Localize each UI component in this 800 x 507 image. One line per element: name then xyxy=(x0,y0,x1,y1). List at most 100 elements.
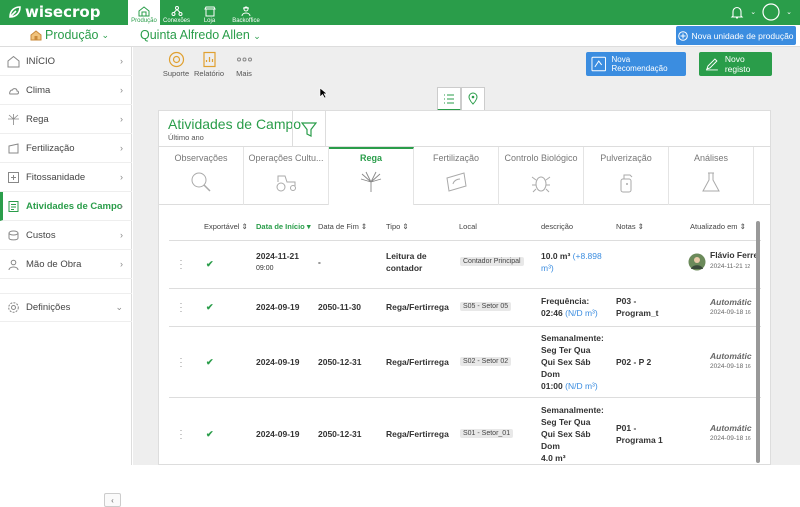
notes-line-2: Programa 1 xyxy=(616,435,663,445)
tab-label: Produção xyxy=(131,18,157,24)
sidebar-item-rega[interactable]: Rega › xyxy=(0,105,132,134)
filter-icon xyxy=(301,121,317,137)
category-tab-observacoes[interactable]: Observações xyxy=(159,147,244,205)
category-label: Operações Cultu... xyxy=(248,153,324,163)
end-date: 2050-12-31 xyxy=(318,357,362,367)
collapse-sidebar-button[interactable]: ‹ xyxy=(104,493,121,507)
table-row[interactable]: · · · ✔ 2024-11-21 09:00 - Leitura de cont… xyxy=(169,240,761,288)
sidebar-item-atividades[interactable]: Atividades de Campo › xyxy=(0,192,132,221)
category-label: Fertilização xyxy=(432,153,479,163)
worker-icon xyxy=(7,258,20,271)
new-recommendation-button[interactable]: Nova Recomendação xyxy=(586,52,686,76)
field-activities-icon xyxy=(7,200,20,213)
wisecrop-logo[interactable]: wisecrop xyxy=(8,3,100,21)
sidebar-item-inicio[interactable]: INÍCIO › xyxy=(0,47,132,76)
chevron-right-icon: › xyxy=(120,114,123,124)
end-date: 2050-12-31 xyxy=(318,429,362,439)
fertilizer-bag-icon xyxy=(446,172,467,192)
start-date: 2024-09-19 xyxy=(256,429,300,439)
sidebar-item-fitossanidade[interactable]: Fitossanidade › xyxy=(0,163,132,192)
col-header-data-inicio[interactable]: Data de Início ▾ xyxy=(256,222,311,231)
pencil-icon xyxy=(705,58,718,71)
start-time: 09:00 xyxy=(256,265,274,272)
category-tab-rega[interactable]: Rega xyxy=(329,147,414,205)
col-header-atualizado[interactable]: Atualizado em ⇕ xyxy=(690,222,746,231)
table-row[interactable]: · · · ✔ 2024-09-19 2050-12-31 Rega/Fertirr… xyxy=(169,326,761,397)
description-line-2: Seg Ter Qua xyxy=(541,345,591,355)
flask-icon xyxy=(702,172,720,192)
row-menu-icon[interactable]: · · · xyxy=(179,256,183,273)
filter-button[interactable] xyxy=(292,111,326,147)
support-button[interactable]: Suporte xyxy=(161,51,191,78)
tab-producao[interactable]: Produção xyxy=(128,0,160,25)
description-line-4: Dom xyxy=(541,369,560,379)
more-button[interactable]: Mais xyxy=(229,51,259,78)
col-header-data-fim[interactable]: Data de Fim ⇕ xyxy=(318,222,367,231)
type-line-2: contador xyxy=(386,263,423,273)
module-selector[interactable]: Produção ⌄ xyxy=(30,28,109,42)
category-tab-operacoes[interactable]: Operações Cultu... xyxy=(244,147,329,205)
description-line-2: Seg Ter Qua xyxy=(541,417,591,427)
notes-line-1: P01 - xyxy=(616,423,637,433)
mouse-cursor-icon xyxy=(319,87,328,99)
start-date: 2024-09-19 xyxy=(256,357,300,367)
avatar-icon[interactable] xyxy=(762,3,780,21)
col-header-descricao: descrição xyxy=(541,222,574,231)
updated-by: Automátic xyxy=(710,423,752,433)
sidebar-item-custos[interactable]: Custos › xyxy=(0,221,132,250)
type-line-1: Leitura de xyxy=(386,251,427,261)
updated-date-value: 2024-09-18 xyxy=(710,309,744,316)
main-content: Suporte Relatório Mais Nova Recomendação… xyxy=(133,47,800,465)
chevron-down-icon[interactable]: ⌄ xyxy=(750,8,756,16)
map-view-toggle[interactable] xyxy=(461,87,485,111)
chevron-down-icon[interactable]: ⌄ xyxy=(786,8,792,16)
new-production-unit-button[interactable]: Nova unidade de produção xyxy=(676,26,796,45)
tractor-icon xyxy=(276,175,296,192)
module-name: Produção xyxy=(45,28,99,42)
tab-loja[interactable]: Loja xyxy=(193,0,226,25)
category-tab-fertilizacao[interactable]: Fertilização xyxy=(414,147,499,205)
more-dots-icon xyxy=(236,57,252,62)
magnifier-leaf-icon xyxy=(191,172,211,192)
updated-by: Automátic xyxy=(710,351,752,361)
description-line-2: m³) xyxy=(541,263,554,273)
category-tab-controlo-biologico[interactable]: Controlo Biológico xyxy=(499,147,584,205)
sidebar-item-clima[interactable]: Clima › xyxy=(0,76,132,105)
sidebar-item-mao-de-obra[interactable]: Mão de Obra › xyxy=(0,250,132,279)
description-line-3: Qui Sex Sáb xyxy=(541,429,591,439)
description-line-3: Qui Sex Sáb xyxy=(541,357,591,367)
table-row[interactable]: · · · ✔ 2024-09-19 2050-12-31 Rega/Fertirr… xyxy=(169,397,761,466)
category-label: Controlo Biológico xyxy=(504,153,578,163)
chevron-right-icon: › xyxy=(120,143,123,153)
vertical-scrollbar[interactable] xyxy=(756,221,760,463)
lifebuoy-icon xyxy=(168,51,184,68)
activities-table: Exportável ⇕ Data de Início ▾ Data de Fi… xyxy=(159,205,771,466)
col-header-tipo[interactable]: Tipo ⇕ xyxy=(386,222,409,231)
list-view-toggle[interactable] xyxy=(437,87,461,111)
row-menu-icon[interactable]: · · · xyxy=(179,426,183,443)
tab-backoffice[interactable]: Backoffice xyxy=(226,0,266,25)
store-icon xyxy=(203,6,216,17)
row-menu-icon[interactable]: · · · xyxy=(179,354,183,371)
description-line-5: 4.0 m³ xyxy=(541,453,566,463)
farm-selector[interactable]: Quinta Alfredo Allen ⌄ xyxy=(140,28,261,42)
category-tab-pulverizacao[interactable]: Pulverização xyxy=(584,147,669,205)
tab-conexoes[interactable]: Conexões xyxy=(160,0,193,25)
exportable-check-icon: ✔ xyxy=(206,302,214,312)
description-line-1: 10.0 m³ (+8.898 xyxy=(541,251,602,261)
sidebar-item-fertilizacao[interactable]: Fertilização › xyxy=(0,134,132,163)
new-record-button[interactable]: Novo registo xyxy=(699,52,772,76)
table-row[interactable]: · · · ✔ 2024-09-19 2050-11-30 Rega/Fertirr… xyxy=(169,288,761,326)
sprinkler-icon xyxy=(7,113,20,126)
report-button[interactable]: Relatório xyxy=(194,51,224,78)
row-menu-icon[interactable]: · · · xyxy=(179,299,183,316)
updated-date: 2024-09-18 16 xyxy=(710,309,751,316)
new-recommendation-label: Nova Recomendação xyxy=(611,55,668,73)
col-header-exportavel[interactable]: Exportável ⇕ xyxy=(204,222,248,231)
location-tag: S02 - Setor 02 xyxy=(460,357,512,366)
bell-icon[interactable] xyxy=(730,5,744,20)
col-header-notas[interactable]: Notas ⇕ xyxy=(616,222,644,231)
sidebar-item-definicoes[interactable]: Definições ⌄ xyxy=(0,293,132,322)
category-tab-analises[interactable]: Análises xyxy=(669,147,754,205)
map-pin-icon xyxy=(468,92,478,105)
